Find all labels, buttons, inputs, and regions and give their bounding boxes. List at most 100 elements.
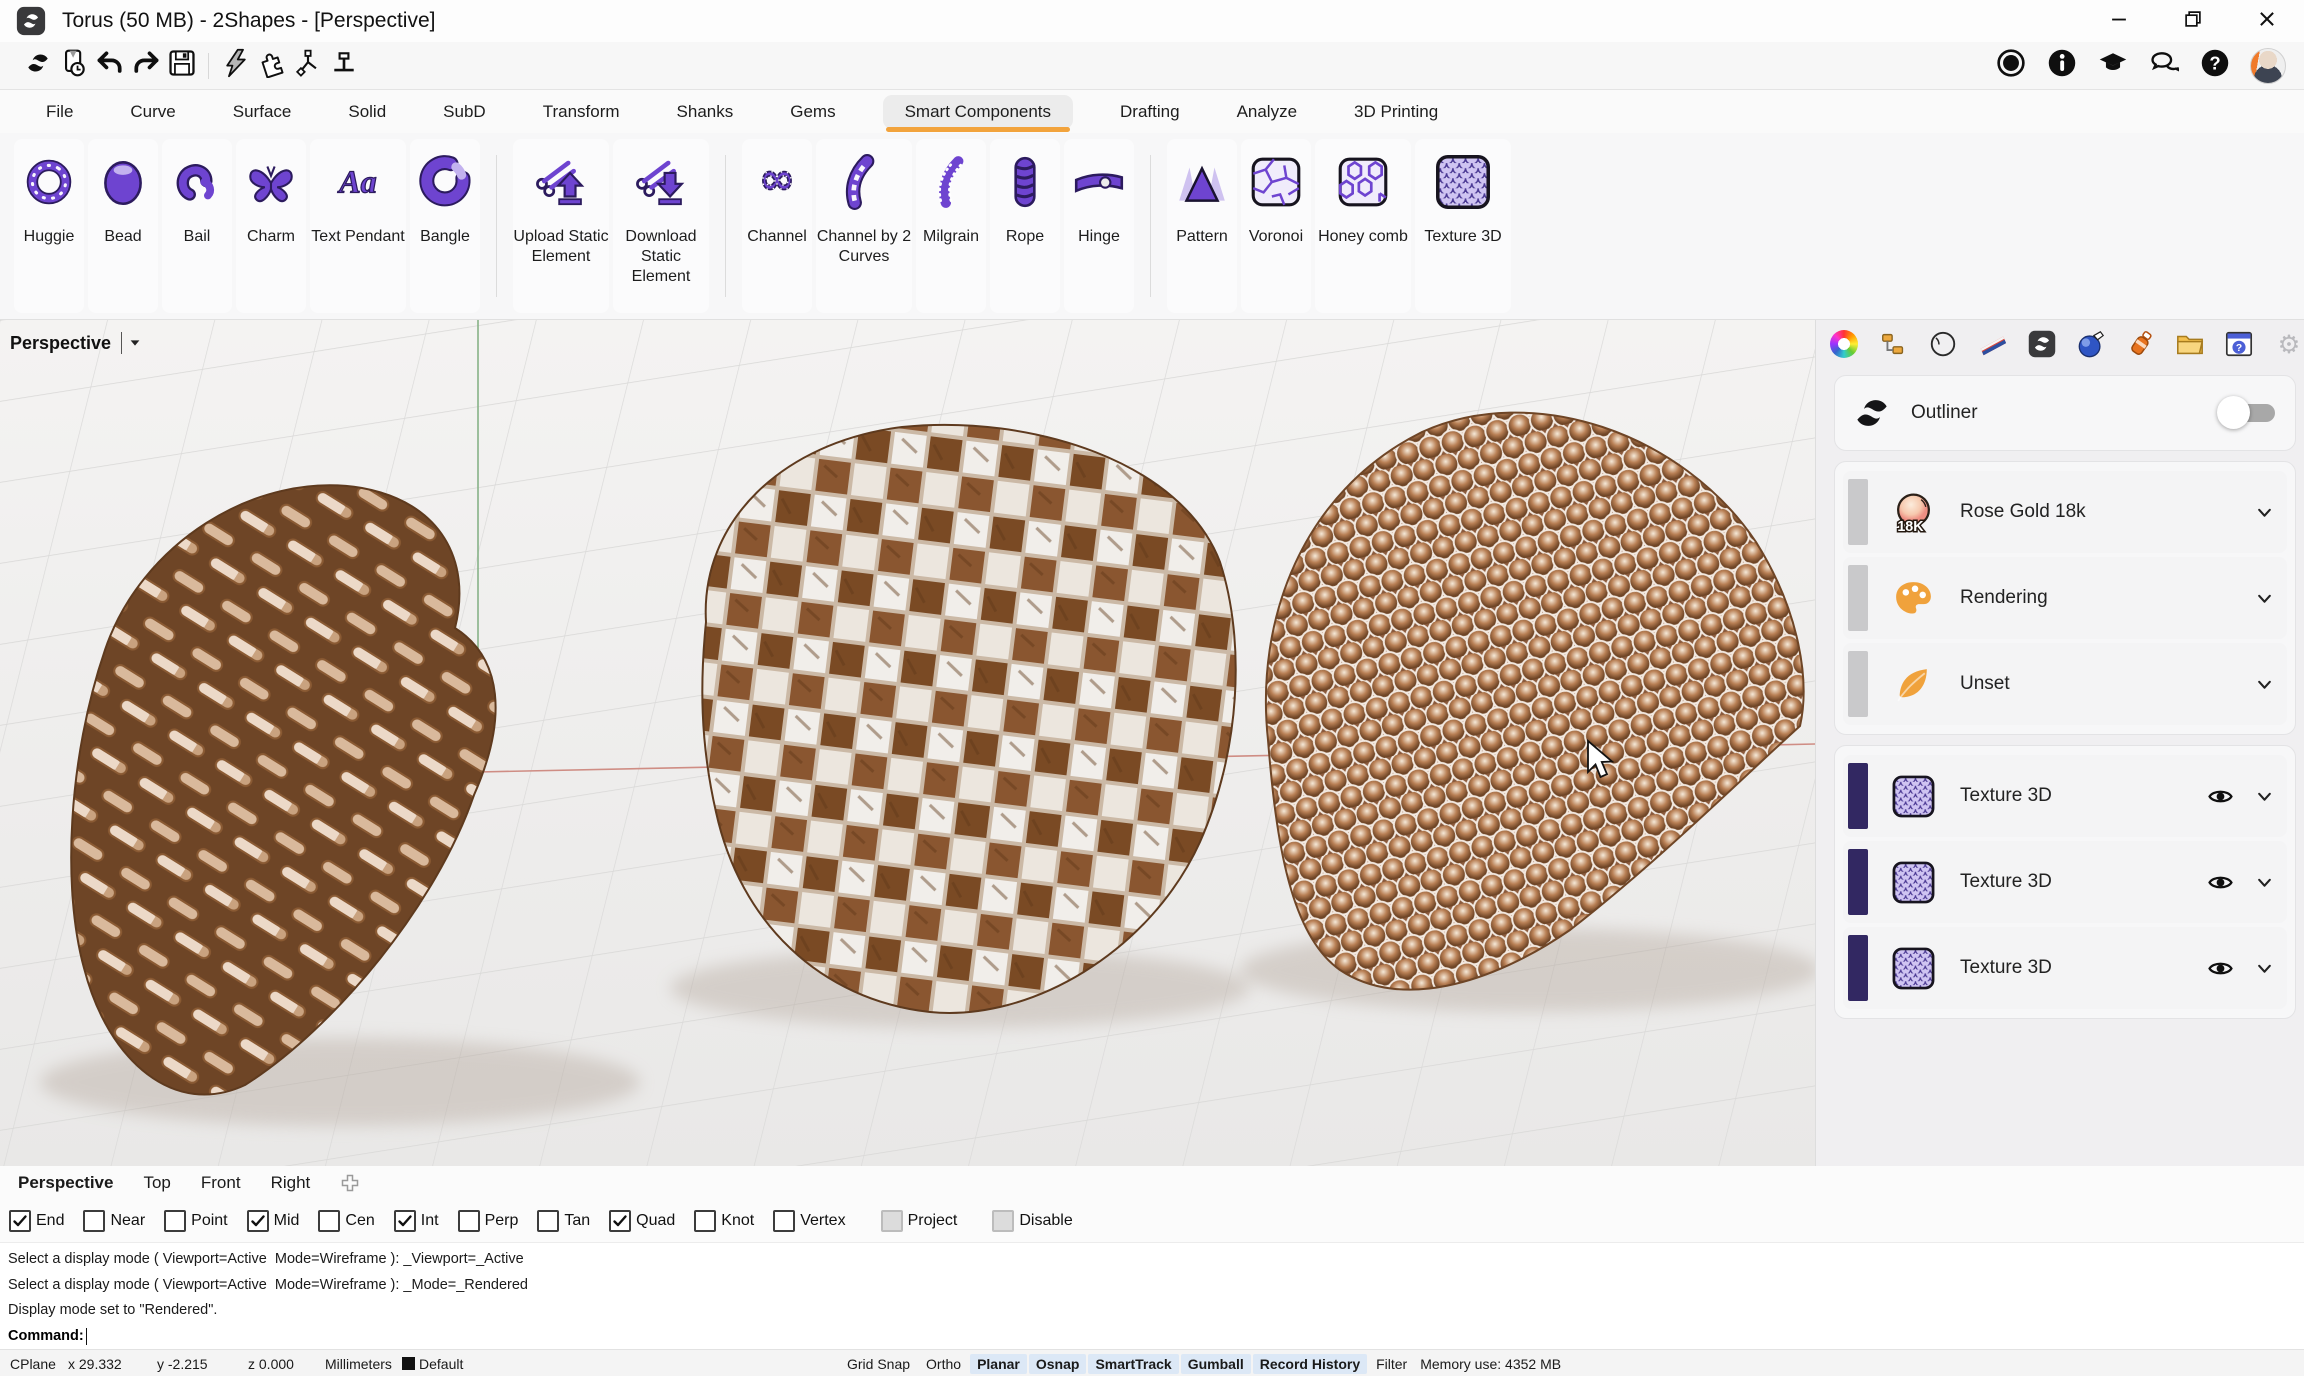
osnap-perp[interactable]: Perp [458, 1210, 519, 1232]
academy-button[interactable] [2097, 50, 2128, 81]
viewport-title-menu[interactable]: Perspective [10, 332, 142, 354]
maximize-button[interactable] [2178, 6, 2208, 36]
redo-button[interactable] [130, 50, 161, 81]
visibility-eye-icon[interactable] [2207, 955, 2234, 982]
osnap-mid[interactable]: Mid [247, 1210, 300, 1232]
osnap-point[interactable]: Point [164, 1210, 227, 1232]
display-mode-button[interactable] [220, 50, 251, 81]
ribbon-item-channel[interactable]: ∞∞Channel [742, 139, 812, 313]
outliner-toggle[interactable] [2217, 403, 2275, 423]
layer-row-rose-gold-18k[interactable]: 18KRose Gold 18k [1843, 471, 2287, 553]
status-toggle-planar[interactable]: Planar [970, 1354, 1027, 1374]
status-y-2-215[interactable]: y -2.215 [157, 1356, 248, 1372]
status-toggle-gumball[interactable]: Gumball [1181, 1354, 1251, 1374]
tab-solid[interactable]: Solid [338, 95, 396, 129]
osnap-quad[interactable]: Quad [609, 1210, 675, 1232]
panel-tab-cake[interactable] [1977, 328, 2007, 359]
align-button[interactable] [328, 50, 359, 81]
panel-tab-help-window[interactable]: ? [2224, 328, 2254, 359]
layer-row-texture-3d[interactable]: Texture 3D [1843, 927, 2287, 1009]
user-avatar[interactable] [2250, 48, 2286, 84]
status-toggle-grid-snap[interactable]: Grid Snap [840, 1354, 917, 1374]
ribbon-item-text-pendant[interactable]: AaText Pendant [310, 139, 406, 313]
chevron-down-icon[interactable] [2256, 504, 2273, 521]
ribbon-item-hinge[interactable]: Hinge [1064, 139, 1134, 313]
osnap-checkbox-knot[interactable] [694, 1210, 716, 1232]
tab-surface[interactable]: Surface [223, 95, 302, 129]
osnap-checkbox-quad[interactable] [609, 1210, 631, 1232]
record-button[interactable] [1995, 50, 2026, 81]
osnap-int[interactable]: Int [394, 1210, 439, 1232]
visibility-eye-icon[interactable] [2207, 783, 2234, 810]
osnap-tan[interactable]: Tan [537, 1210, 590, 1232]
chevron-down-icon[interactable] [2256, 788, 2273, 805]
layer-row-unset[interactable]: Unset [1843, 643, 2287, 725]
tab-analyze[interactable]: Analyze [1227, 95, 1307, 129]
info-button[interactable] [2046, 50, 2077, 81]
viewport-add-icon[interactable] [340, 1173, 360, 1193]
tab-curve[interactable]: Curve [120, 95, 185, 129]
panel-tab-layer-tree[interactable] [1878, 328, 1908, 359]
viewport-canvas[interactable]: Perspective [0, 320, 1815, 1166]
chevron-down-icon[interactable] [2256, 676, 2273, 693]
status-default[interactable]: Default [402, 1356, 472, 1372]
layer-row-texture-3d[interactable]: Texture 3D [1843, 755, 2287, 837]
control-points-button[interactable] [292, 50, 323, 81]
osnap-disable[interactable]: Disable [992, 1210, 1072, 1232]
close-button[interactable] [2252, 6, 2282, 36]
panel-tab-folder[interactable] [2175, 328, 2205, 359]
visibility-eye-icon[interactable] [2207, 869, 2234, 896]
panel-tab-glue[interactable] [2125, 328, 2155, 359]
osnap-checkbox-end[interactable] [9, 1210, 31, 1232]
ribbon-item-upload-static-element[interactable]: Upload Static Element [513, 139, 609, 313]
ribbon-item-honey-comb[interactable]: Honey comb [1315, 139, 1411, 313]
osnap-checkbox-cen[interactable] [318, 1210, 340, 1232]
chevron-down-icon[interactable] [2256, 590, 2273, 607]
osnap-checkbox-disable[interactable] [992, 1210, 1014, 1232]
tab-gems[interactable]: Gems [780, 95, 845, 129]
help-button[interactable]: ? [2199, 50, 2230, 81]
save-button[interactable] [166, 50, 197, 81]
tab-smart-components[interactable]: Smart Components [883, 95, 1073, 129]
osnap-checkbox-int[interactable] [394, 1210, 416, 1232]
viewport-tab-right[interactable]: Right [271, 1173, 311, 1193]
status-millimeters[interactable]: Millimeters [325, 1356, 402, 1372]
ribbon-item-charm[interactable]: Charm [236, 139, 306, 313]
viewport-tab-perspective[interactable]: Perspective [18, 1173, 113, 1193]
tab-transform[interactable]: Transform [533, 95, 630, 129]
chat-button[interactable] [2148, 50, 2179, 81]
status-cplane[interactable]: CPlane [10, 1356, 68, 1372]
status-toggle-osnap[interactable]: Osnap [1029, 1354, 1087, 1374]
twoshapes-logo-button[interactable] [22, 50, 53, 81]
template-button[interactable] [58, 50, 89, 81]
ribbon-item-voronoi[interactable]: Voronoi [1241, 139, 1311, 313]
osnap-cen[interactable]: Cen [318, 1210, 374, 1232]
ribbon-item-download-static-element[interactable]: Download Static Element [613, 139, 709, 313]
tab-shanks[interactable]: Shanks [667, 95, 744, 129]
osnap-checkbox-mid[interactable] [247, 1210, 269, 1232]
status-toggle-ortho[interactable]: Ortho [919, 1354, 968, 1374]
panel-tab-color-wheel[interactable] [1829, 328, 1859, 359]
panel-tab-settings-gear[interactable]: ⚙ [2274, 328, 2304, 359]
panel-tab-material-ball[interactable] [2076, 328, 2106, 359]
tab-subd[interactable]: SubD [433, 95, 496, 129]
ribbon-item-rope[interactable]: Rope [990, 139, 1060, 313]
osnap-project[interactable]: Project [881, 1210, 958, 1232]
osnap-knot[interactable]: Knot [694, 1210, 754, 1232]
ribbon-item-bail[interactable]: Bail [162, 139, 232, 313]
tab-3d-printing[interactable]: 3D Printing [1344, 95, 1448, 129]
panel-tab-sphere[interactable] [1928, 328, 1958, 359]
osnap-checkbox-project[interactable] [881, 1210, 903, 1232]
layer-row-rendering[interactable]: Rendering [1843, 557, 2287, 639]
ribbon-item-texture-3d[interactable]: Texture 3D [1415, 139, 1511, 313]
ribbon-item-bangle[interactable]: Bangle [410, 139, 480, 313]
tab-file[interactable]: File [36, 95, 83, 129]
status-toggle-smarttrack[interactable]: SmartTrack [1088, 1354, 1178, 1374]
osnap-vertex[interactable]: Vertex [773, 1210, 845, 1232]
tab-drafting[interactable]: Drafting [1110, 95, 1190, 129]
osnap-checkbox-tan[interactable] [537, 1210, 559, 1232]
ribbon-item-pattern[interactable]: Pattern [1167, 139, 1237, 313]
osnap-near[interactable]: Near [83, 1210, 145, 1232]
osnap-checkbox-vertex[interactable] [773, 1210, 795, 1232]
status-x-29-332[interactable]: x 29.332 [68, 1356, 157, 1372]
